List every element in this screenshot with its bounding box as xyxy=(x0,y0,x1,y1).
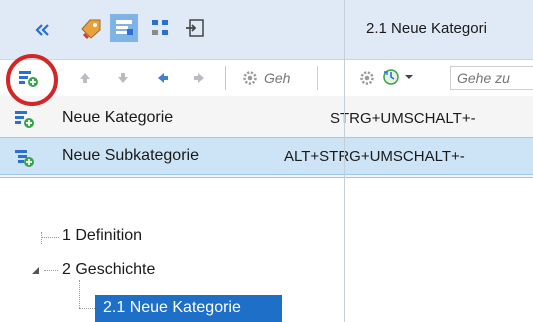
new-category-menu: Neue Kategorie STRG+UMSCHALT+- Neue Subk… xyxy=(0,96,533,178)
menu-item-label: Neue Subkategorie xyxy=(62,147,199,164)
chevron-down-icon[interactable] xyxy=(403,71,415,83)
collapse-panel-icon[interactable] xyxy=(32,20,52,40)
settings-icon[interactable] xyxy=(358,69,376,87)
tag-icon[interactable] xyxy=(78,16,104,42)
tab-title[interactable]: 2.1 Neue Kategori xyxy=(366,20,487,37)
annotation-circle xyxy=(6,54,58,106)
tree-item-neue-kategorie[interactable]: 2.1 Neue Kategorie xyxy=(103,299,241,317)
settings-icon[interactable] xyxy=(241,69,259,87)
new-category-icon xyxy=(13,109,35,133)
outline-tree: 1 Definition 2 Geschichte 2.1 Neue Kateg… xyxy=(0,180,344,322)
tree-connector xyxy=(79,280,80,308)
menu-item-new-subcategory[interactable]: Neue Subkategorie ALT+STRG+UMSCHALT+- xyxy=(0,137,533,175)
arrow-left-icon[interactable] xyxy=(156,71,170,85)
tree-connector xyxy=(41,237,59,238)
expand-toggle-icon[interactable] xyxy=(29,264,41,276)
tree-connector xyxy=(79,308,95,309)
import-icon[interactable] xyxy=(183,16,207,40)
left-goto-input[interactable] xyxy=(258,66,318,90)
menu-item-new-category[interactable]: Neue Kategorie STRG+UMSCHALT+- xyxy=(0,99,533,137)
toolbar-separator xyxy=(225,66,226,90)
structure-icon[interactable] xyxy=(148,16,172,40)
menu-item-label: Neue Kategorie xyxy=(62,109,174,126)
tree-item-geschichte[interactable]: 2 Geschichte xyxy=(62,261,155,279)
menu-item-shortcut: STRG+UMSCHALT+- xyxy=(330,109,476,127)
tree-connector xyxy=(44,270,58,271)
arrow-down-icon[interactable] xyxy=(116,71,130,85)
main-toolbar: 2.1 Neue Kategori xyxy=(0,0,533,60)
pane-divider[interactable] xyxy=(344,0,345,322)
arrow-right-icon[interactable] xyxy=(192,71,206,85)
new-subcategory-icon xyxy=(13,148,35,172)
right-goto-input[interactable] xyxy=(450,66,533,90)
history-icon[interactable] xyxy=(381,67,401,87)
tree-item-definition[interactable]: 1 Definition xyxy=(62,227,142,245)
arrow-up-icon[interactable] xyxy=(78,71,92,85)
tree-connector xyxy=(41,232,42,244)
menu-item-shortcut: ALT+STRG+UMSCHALT+- xyxy=(284,147,465,165)
secondary-toolbar xyxy=(0,60,533,96)
new-document-icon[interactable] xyxy=(110,14,138,42)
